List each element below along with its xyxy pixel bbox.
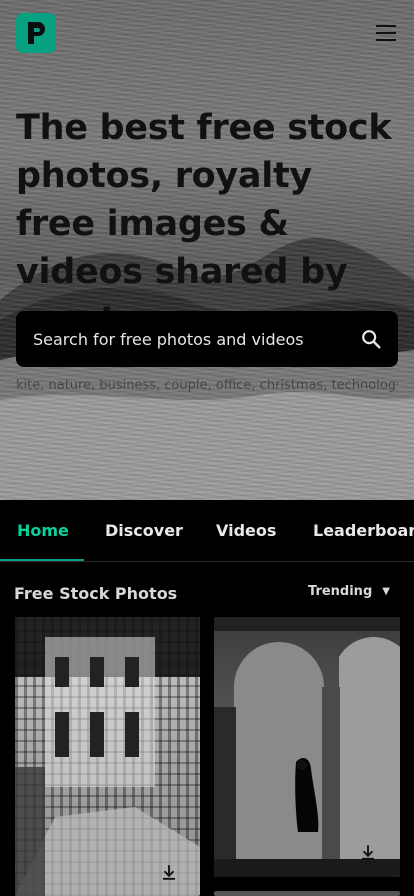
search-input[interactable] (33, 329, 360, 349)
pexels-logo-icon (28, 22, 45, 44)
photo-card[interactable] (15, 617, 200, 896)
tab-home[interactable]: Home (17, 500, 69, 561)
pexels-logo[interactable] (16, 13, 56, 53)
section-title: Free Stock Photos (14, 584, 178, 603)
tab-leaderboard[interactable]: Leaderboard (313, 500, 414, 561)
photo-image (15, 617, 200, 896)
sort-label: Trending (308, 584, 373, 599)
chevron-down-icon: ▼ (382, 586, 390, 597)
photo-card[interactable] (214, 891, 400, 896)
download-icon[interactable] (359, 843, 377, 861)
trending-searches: kite, nature, business, couple, office, … (16, 378, 398, 393)
tab-videos[interactable]: Videos (216, 500, 276, 561)
sort-dropdown[interactable]: Trending ▼ (308, 584, 390, 599)
tab-discover[interactable]: Discover (105, 500, 183, 561)
photo-image (214, 617, 400, 877)
hero-title: The best free stock photos, royalty free… (16, 108, 392, 340)
hamburger-menu-icon (376, 25, 396, 27)
nav-tabs: Home Discover Videos Leaderboard (0, 500, 414, 562)
active-tab-indicator (0, 559, 84, 561)
download-icon[interactable] (160, 863, 178, 881)
hamburger-menu-button[interactable] (376, 25, 396, 41)
search-icon[interactable] (360, 328, 382, 350)
search-bar[interactable] (16, 311, 398, 367)
photo-card[interactable] (214, 617, 400, 877)
